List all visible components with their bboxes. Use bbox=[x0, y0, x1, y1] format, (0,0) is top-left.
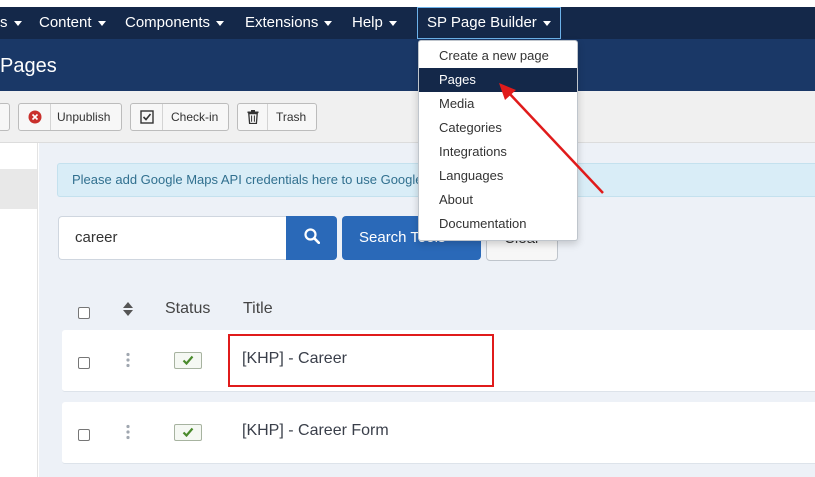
sidebar bbox=[0, 143, 38, 477]
row-checkbox[interactable] bbox=[78, 357, 90, 369]
chevron-down-icon bbox=[542, 20, 551, 26]
sidebar-item-active[interactable] bbox=[0, 169, 37, 209]
row-checkbox[interactable] bbox=[78, 429, 90, 441]
unpublish-label: Unpublish bbox=[57, 110, 111, 124]
alert-text: Please add Google Maps API credentials h… bbox=[72, 172, 423, 187]
nav-item-help[interactable]: Help bbox=[352, 7, 397, 39]
nav-item-label: s bbox=[0, 14, 8, 31]
search-button[interactable] bbox=[286, 216, 337, 260]
status-published-toggle[interactable] bbox=[174, 424, 202, 441]
checkin-label: Check-in bbox=[171, 110, 219, 124]
sort-icon[interactable] bbox=[122, 301, 134, 317]
status-published-toggle[interactable] bbox=[174, 352, 202, 369]
drag-handle-icon[interactable] bbox=[125, 352, 131, 368]
unpublish-button[interactable]: Unpublish bbox=[18, 103, 122, 131]
page-title: Pages bbox=[0, 55, 57, 77]
trash-icon bbox=[238, 104, 268, 130]
chevron-down-icon bbox=[97, 20, 106, 26]
admin-navbar: s Content Components Extensions Help SP … bbox=[0, 7, 815, 39]
nav-item-components[interactable]: Components bbox=[125, 7, 225, 39]
nav-item-label: Help bbox=[352, 14, 383, 31]
nav-item-label: SP Page Builder bbox=[427, 14, 537, 31]
dropdown-item-categories[interactable]: Categories bbox=[419, 116, 577, 140]
trash-label: Trash bbox=[276, 110, 307, 124]
nav-item-sp-page-builder[interactable]: SP Page Builder bbox=[417, 7, 561, 39]
page-header bbox=[0, 39, 815, 91]
trash-button[interactable]: Trash bbox=[237, 103, 317, 131]
toolbar: Unpublish Check-in Trash bbox=[0, 91, 815, 143]
drag-handle-icon[interactable] bbox=[125, 424, 131, 440]
nav-item-label: Content bbox=[39, 14, 92, 31]
dropdown-item-about[interactable]: About bbox=[419, 188, 577, 212]
checkbox-icon bbox=[131, 104, 163, 130]
chevron-down-icon bbox=[324, 20, 333, 26]
top-strip bbox=[0, 0, 815, 7]
nav-item-partial[interactable]: s bbox=[0, 7, 22, 39]
annotation-highlight-box bbox=[228, 334, 494, 387]
search-input[interactable]: career bbox=[58, 216, 286, 260]
chevron-down-icon bbox=[216, 20, 225, 26]
checkmark-icon bbox=[182, 352, 194, 370]
checkmark-icon bbox=[182, 424, 194, 442]
nav-item-content[interactable]: Content bbox=[39, 7, 106, 39]
row-title-link[interactable]: [KHP] - Career Form bbox=[242, 422, 389, 440]
nav-item-label: Extensions bbox=[245, 14, 319, 31]
dropdown-item-integrations[interactable]: Integrations bbox=[419, 140, 577, 164]
search-icon bbox=[303, 227, 320, 249]
chevron-down-icon bbox=[388, 20, 397, 26]
dropdown-item-media[interactable]: Media bbox=[419, 92, 577, 116]
page: s Content Components Extensions Help SP … bbox=[0, 0, 815, 477]
select-all-checkbox[interactable] bbox=[78, 307, 90, 319]
column-header-status[interactable]: Status bbox=[165, 300, 210, 318]
dropdown-item-pages[interactable]: Pages bbox=[419, 68, 577, 92]
sp-page-builder-dropdown: Create a new page Pages Media Categories… bbox=[418, 40, 578, 241]
chevron-down-icon bbox=[13, 20, 22, 26]
column-header-title[interactable]: Title bbox=[243, 300, 273, 318]
dropdown-item-create-new-page[interactable]: Create a new page bbox=[419, 44, 577, 68]
dropdown-item-documentation[interactable]: Documentation bbox=[419, 212, 577, 236]
toolbar-partial-button[interactable] bbox=[0, 103, 10, 131]
dropdown-item-languages[interactable]: Languages bbox=[419, 164, 577, 188]
nav-item-label: Components bbox=[125, 14, 211, 31]
circle-x-icon bbox=[19, 104, 51, 130]
nav-item-extensions[interactable]: Extensions bbox=[245, 7, 333, 39]
checkin-button[interactable]: Check-in bbox=[130, 103, 229, 131]
